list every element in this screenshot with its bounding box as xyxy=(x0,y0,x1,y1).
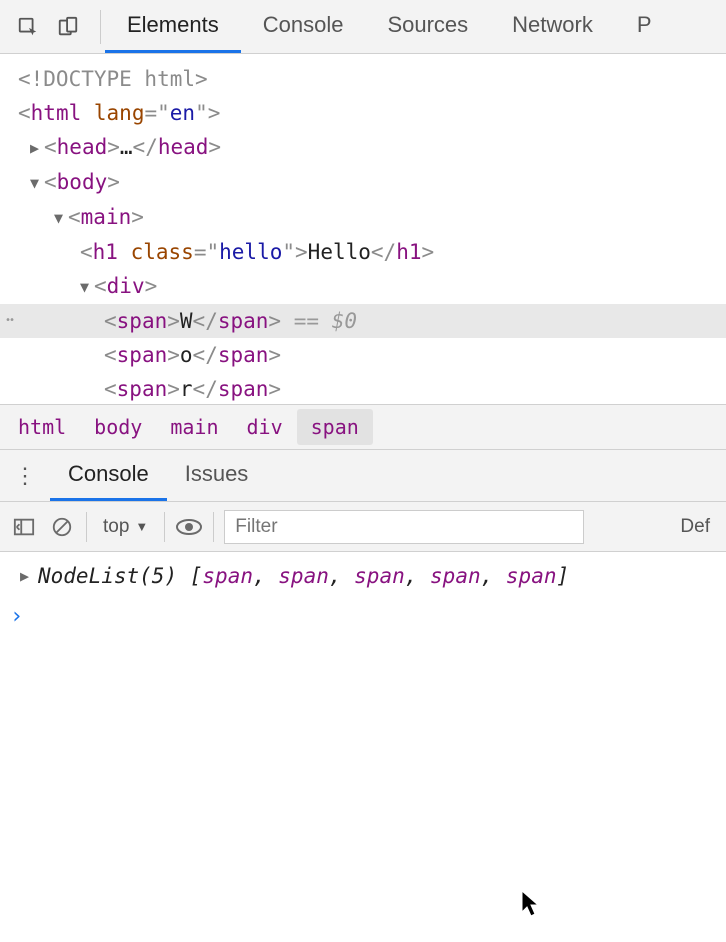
dom-line-main[interactable]: ▼<main> xyxy=(0,200,726,235)
dom-line-html[interactable]: <html lang="en"> xyxy=(0,96,726,130)
console-log-line[interactable]: ▶ NodeList(5) [span, span, span, span, s… xyxy=(20,564,714,588)
context-selector[interactable]: top ▼ xyxy=(97,516,154,538)
toolbar-icons xyxy=(0,13,96,41)
dom-line-div[interactable]: ▼<div> xyxy=(0,269,726,304)
dom-line-span-selected[interactable]: <span>W</span> == $0 xyxy=(0,304,726,338)
breadcrumb-item[interactable]: body xyxy=(80,409,156,445)
chevron-down-icon: ▼ xyxy=(135,519,148,534)
tab-console[interactable]: Console xyxy=(241,0,366,53)
tab-elements[interactable]: Elements xyxy=(105,0,241,53)
toolbar-separator xyxy=(164,512,165,542)
elements-panel[interactable]: <!DOCTYPE html> <html lang="en"> ▶<head>… xyxy=(0,54,726,404)
console-output: ▶ NodeList(5) [span, span, span, span, s… xyxy=(0,552,726,588)
dom-line-doctype[interactable]: <!DOCTYPE html> xyxy=(0,62,726,96)
expand-triangle-icon[interactable]: ▶ xyxy=(30,131,44,165)
collapse-triangle-icon[interactable]: ▼ xyxy=(30,166,44,200)
live-expression-icon[interactable] xyxy=(175,513,203,541)
dom-breadcrumb: html body main div span xyxy=(0,404,726,450)
devtools-toolbar: Elements Console Sources Network P xyxy=(0,0,726,54)
drawer-tab-console[interactable]: Console xyxy=(50,450,167,501)
tab-network[interactable]: Network xyxy=(490,0,615,53)
clear-console-icon[interactable] xyxy=(48,513,76,541)
console-filter-input[interactable] xyxy=(224,510,584,544)
console-toolbar: top ▼ Def xyxy=(0,502,726,552)
device-toggle-icon[interactable] xyxy=(54,13,82,41)
dom-line-body[interactable]: ▼<body> xyxy=(0,165,726,200)
console-prompt[interactable]: › xyxy=(0,588,726,629)
dom-line-h1[interactable]: <h1 class="hello">Hello</h1> xyxy=(0,235,726,269)
dom-line-head[interactable]: ▶<head>…</head> xyxy=(0,130,726,165)
dom-line-span[interactable]: <span>r</span> xyxy=(0,372,726,404)
toolbar-separator xyxy=(213,512,214,542)
drawer-tab-issues[interactable]: Issues xyxy=(167,450,267,501)
collapse-triangle-icon[interactable]: ▼ xyxy=(80,270,94,304)
breadcrumb-item-active[interactable]: span xyxy=(297,409,373,445)
tab-more[interactable]: P xyxy=(615,0,674,53)
drawer-tabs: ⋮ Console Issues xyxy=(0,450,726,502)
toolbar-separator xyxy=(100,10,101,44)
breadcrumb-item[interactable]: div xyxy=(233,409,297,445)
log-level-selector[interactable]: Def xyxy=(680,516,716,538)
breadcrumb-item[interactable]: html xyxy=(4,409,80,445)
mouse-cursor-icon xyxy=(520,890,542,918)
expand-triangle-icon[interactable]: ▶ xyxy=(20,567,34,585)
inspect-element-icon[interactable] xyxy=(14,13,42,41)
collapse-triangle-icon[interactable]: ▼ xyxy=(54,201,68,235)
tab-sources[interactable]: Sources xyxy=(365,0,490,53)
dom-line-span[interactable]: <span>o</span> xyxy=(0,338,726,372)
drawer-menu-icon[interactable]: ⋮ xyxy=(0,463,50,489)
console-sidebar-toggle-icon[interactable] xyxy=(10,513,38,541)
devtools-tabs: Elements Console Sources Network P xyxy=(105,0,674,53)
toolbar-separator xyxy=(86,512,87,542)
breadcrumb-item[interactable]: main xyxy=(156,409,232,445)
